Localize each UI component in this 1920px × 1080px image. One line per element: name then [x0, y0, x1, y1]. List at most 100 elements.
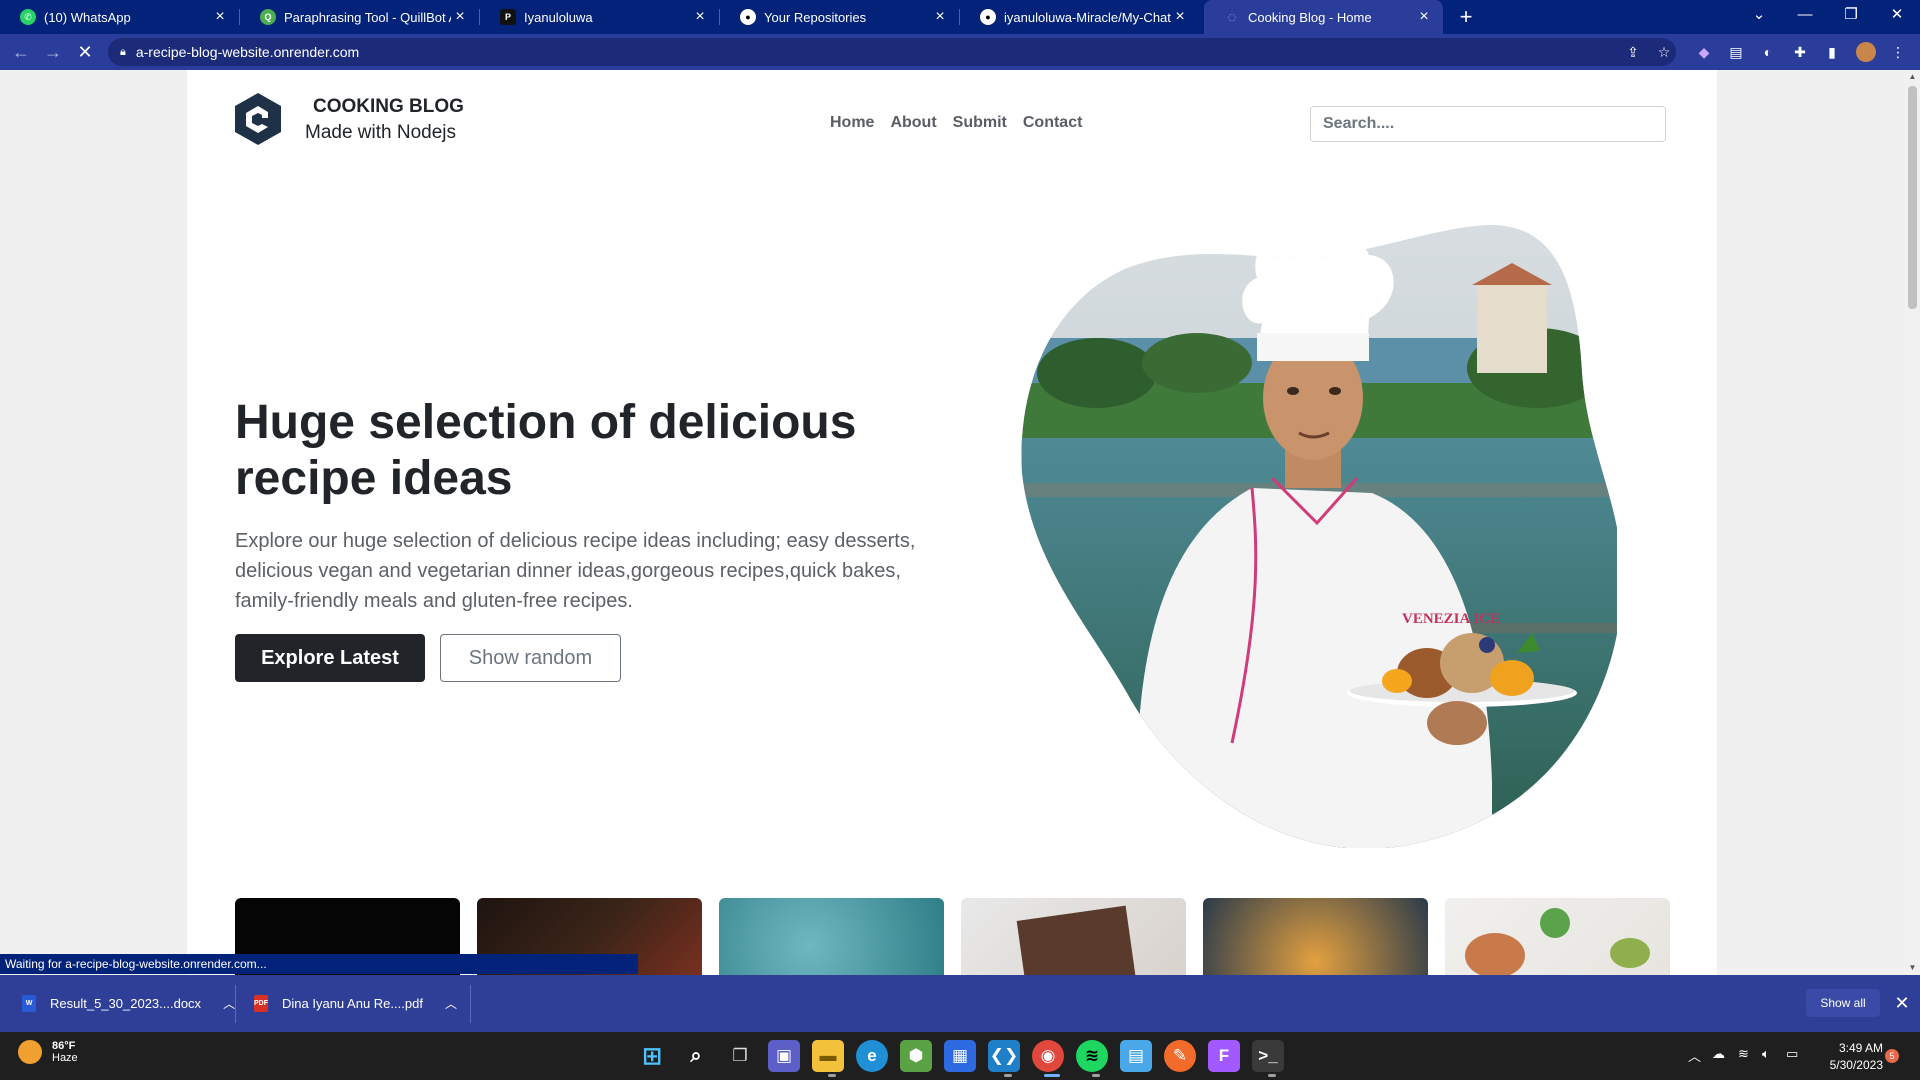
extension-icon[interactable]: ◐ — [1758, 42, 1778, 62]
spotify-icon[interactable]: ≋ — [1076, 1040, 1108, 1072]
search-icon[interactable]: ⌕ — [680, 1040, 712, 1072]
github-icon: ● — [980, 9, 996, 25]
store-icon[interactable]: ▦ — [944, 1040, 976, 1072]
close-icon[interactable]: × — [211, 8, 229, 26]
figma-icon[interactable]: F — [1208, 1040, 1240, 1072]
clock-date: 5/30/2023 — [1829, 1058, 1883, 1072]
tab-your-repositories[interactable]: ● Your Repositories × — [720, 0, 959, 34]
forward-icon[interactable]: → — [38, 34, 68, 70]
nav-about[interactable]: About — [882, 114, 944, 132]
notepad-icon[interactable]: ▤ — [1120, 1040, 1152, 1072]
nav-submit[interactable]: Submit — [945, 114, 1015, 132]
page-viewport: COOKING BLOG Made with Nodejs Home About… — [0, 70, 1905, 975]
nav-home[interactable]: Home — [822, 114, 882, 132]
extension-icon[interactable]: ▤ — [1726, 42, 1746, 62]
volume-icon[interactable]: 🔈︎ — [1762, 1046, 1770, 1062]
active-indicator — [1044, 1074, 1060, 1077]
search-input[interactable] — [1310, 106, 1666, 142]
explore-latest-button[interactable]: Explore Latest — [235, 634, 425, 682]
download-item-docx[interactable]: W Result_5_30_2023....docx ︿ — [22, 975, 235, 1032]
category-thumbnail[interactable] — [1203, 898, 1428, 975]
show-random-button[interactable]: Show random — [440, 634, 621, 682]
menu-icon[interactable]: ⋮ — [1888, 42, 1908, 62]
loading-icon: ◌ — [1227, 8, 1237, 26]
new-tab-icon[interactable]: + — [1454, 5, 1478, 29]
bookmark-star-icon[interactable]: ☆ — [1654, 42, 1674, 62]
address-bar[interactable]: 🔒︎ a-recipe-blog-website.onrender.com — [108, 38, 1676, 66]
file-explorer-icon[interactable]: ▬ — [812, 1040, 844, 1072]
close-window-icon[interactable]: ✕ — [1874, 0, 1920, 34]
extension-icon[interactable]: ◆ — [1694, 42, 1714, 62]
chrome-icon[interactable]: ◉ — [1032, 1040, 1064, 1072]
edge-browser-icon[interactable]: e — [856, 1040, 888, 1072]
close-icon[interactable]: × — [1415, 8, 1433, 26]
close-icon[interactable]: × — [451, 8, 469, 26]
notification-badge[interactable]: 5 — [1885, 1049, 1899, 1063]
weather-icon — [18, 1040, 42, 1064]
puzzle-icon[interactable]: ✚ — [1790, 42, 1810, 62]
tab-label: Cooking Blog - Home — [1248, 9, 1372, 25]
download-filename: Result_5_30_2023....docx — [50, 996, 202, 1011]
tab-label: Paraphrasing Tool - QuillBot AI — [284, 9, 451, 25]
teams-chat-icon[interactable]: ▣ — [768, 1040, 800, 1072]
scrollbar-thumb[interactable] — [1908, 86, 1917, 309]
github-icon: ● — [740, 9, 756, 25]
task-view-icon[interactable]: ❐ — [724, 1040, 756, 1072]
tab-cooking-blog[interactable]: ◌ Cooking Blog - Home × — [1204, 0, 1443, 34]
system-clock[interactable]: 3:49 AM 5/30/2023 — [1815, 1040, 1883, 1074]
tab-my-chat-app[interactable]: ● iyanuloluwa-Miracle/My-Chat-Ap × — [960, 0, 1199, 34]
tab-label: Iyanuloluwa — [524, 9, 593, 25]
pdf-file-icon: PDF — [254, 995, 268, 1012]
close-icon[interactable]: ✕ — [1890, 989, 1914, 1017]
nav-contact[interactable]: Contact — [1015, 114, 1091, 132]
stop-loading-icon[interactable]: ✕ — [70, 34, 100, 70]
tab-search-icon[interactable]: ⌄ — [1736, 0, 1782, 34]
battery-icon[interactable]: ▭ — [1786, 1046, 1798, 1062]
logo-icon[interactable] — [235, 93, 281, 145]
tab-quillbot[interactable]: Q Paraphrasing Tool - QuillBot AI × — [240, 0, 479, 34]
downloads-shelf: W Result_5_30_2023....docx ︿ PDF Dina Iy… — [0, 975, 1920, 1032]
status-bubble: Waiting for a-recipe-blog-website.onrend… — [0, 954, 638, 974]
side-panel-icon[interactable]: ▮ — [1822, 42, 1842, 62]
scroll-up-icon[interactable]: ▲ — [1905, 70, 1920, 84]
quillbot-icon: Q — [260, 9, 276, 25]
close-icon[interactable]: × — [931, 8, 949, 26]
vscode-icon[interactable]: ❮❯ — [988, 1040, 1020, 1072]
brand-subtitle: Made with Nodejs — [305, 122, 457, 143]
close-icon[interactable]: × — [1171, 8, 1189, 26]
onedrive-cloud-icon[interactable]: ☁ — [1712, 1046, 1725, 1062]
chevron-up-icon[interactable]: ︿ — [1688, 1046, 1701, 1065]
tab-whatsapp[interactable]: ✆ (10) WhatsApp × — [0, 0, 239, 34]
brand-title[interactable]: COOKING BLOG — [313, 96, 464, 118]
hero-chef-image: VENEZIA ICE — [1021, 224, 1617, 848]
category-thumbnail[interactable] — [719, 898, 944, 975]
running-indicator — [1268, 1074, 1276, 1077]
scroll-down-icon[interactable]: ▼ — [1905, 961, 1920, 975]
terminal-icon[interactable]: >_ — [1252, 1040, 1284, 1072]
tab-iyanuloluwa[interactable]: P Iyanuloluwa × — [480, 0, 719, 34]
show-all-downloads-button[interactable]: Show all — [1806, 989, 1880, 1017]
chevron-up-icon[interactable]: ︿ — [223, 995, 235, 1012]
chocolate-image — [1016, 905, 1136, 975]
scrollbar[interactable]: ▲ ▼ — [1905, 70, 1920, 975]
back-icon[interactable]: ← — [6, 34, 36, 70]
weather-desc: Haze — [52, 1052, 78, 1064]
nodejs-icon[interactable]: ⬢ — [900, 1040, 932, 1072]
weather-widget[interactable]: 86°F Haze — [18, 1040, 78, 1064]
windows-start-icon[interactable]: ⊞ — [636, 1040, 668, 1072]
download-filename: Dina Iyanu Anu Re....pdf — [282, 996, 423, 1011]
close-icon[interactable]: × — [691, 8, 709, 26]
running-indicator — [828, 1074, 836, 1077]
postman-icon[interactable]: ✎ — [1164, 1040, 1196, 1072]
avatar[interactable] — [1856, 42, 1876, 62]
share-icon[interactable]: ⇪ — [1623, 42, 1643, 62]
avocado-image — [1610, 938, 1650, 968]
restore-icon[interactable]: ❐ — [1828, 0, 1874, 34]
tab-label: (10) WhatsApp — [44, 9, 131, 25]
minimize-icon[interactable]: — — [1782, 0, 1828, 34]
download-item-pdf[interactable]: PDF Dina Iyanu Anu Re....pdf ︿ — [254, 975, 457, 1032]
chevron-up-icon[interactable]: ︿ — [445, 995, 457, 1012]
wifi-icon[interactable]: ≋ — [1738, 1046, 1749, 1062]
category-thumbnail[interactable] — [961, 898, 1186, 975]
category-thumbnail[interactable] — [1445, 898, 1670, 975]
